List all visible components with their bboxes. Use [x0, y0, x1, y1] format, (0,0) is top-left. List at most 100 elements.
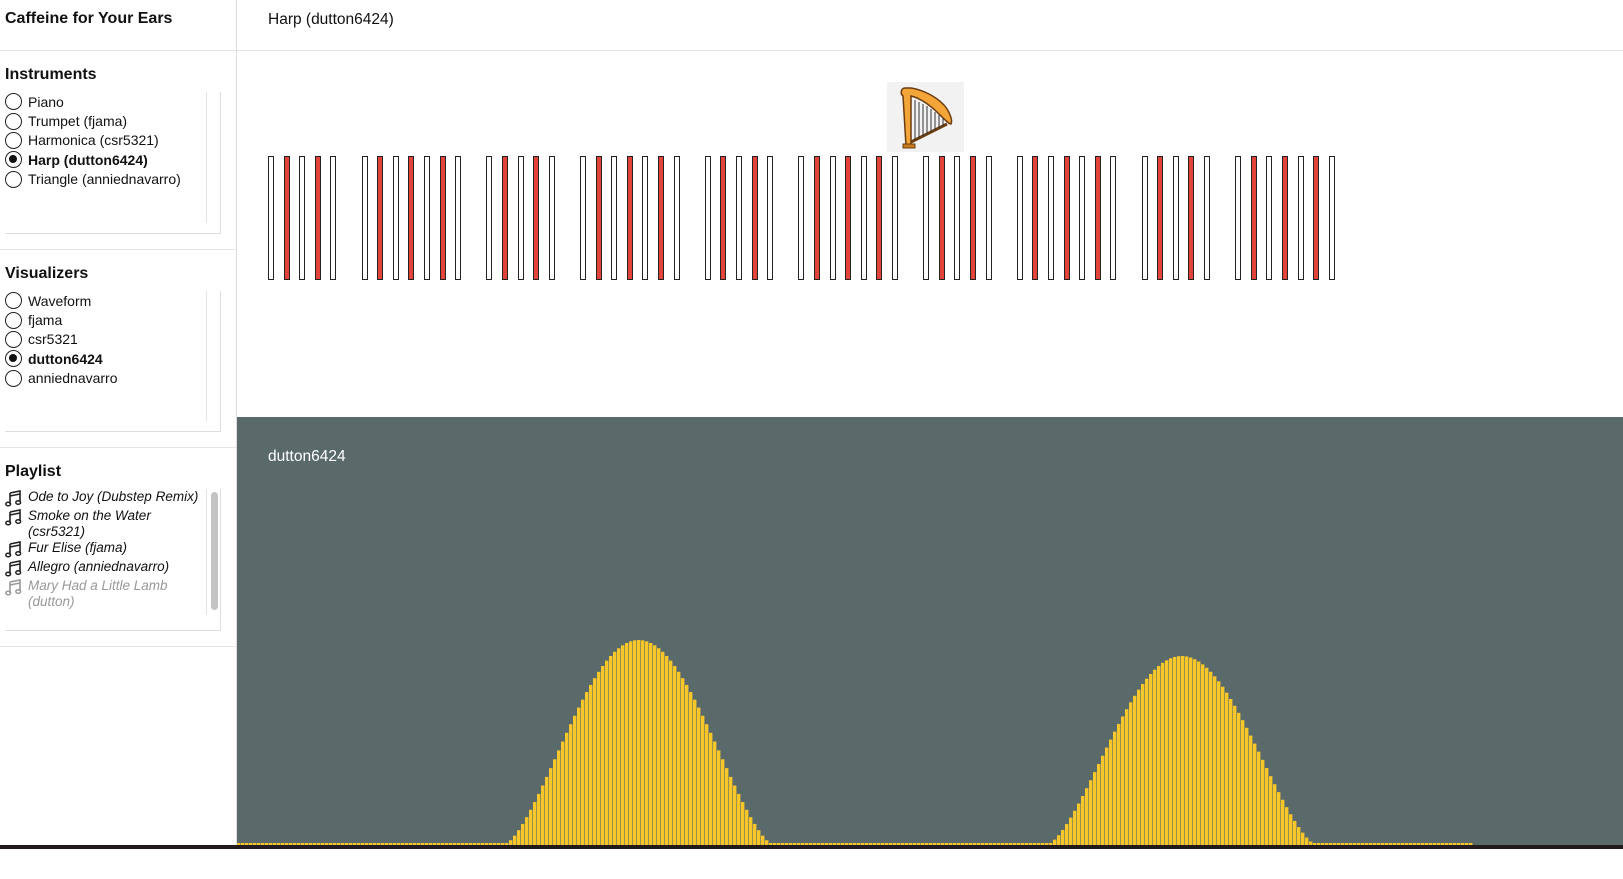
harp-string-white[interactable]	[1235, 156, 1242, 280]
playlist-list[interactable]: Ode to Joy (Dubstep Remix) Smoke on the W…	[5, 489, 221, 631]
harp-string-white[interactable]	[548, 156, 555, 280]
harp-string-white[interactable]	[798, 156, 805, 280]
visualizer-bar	[1181, 656, 1185, 845]
harp-string-white[interactable]	[424, 156, 430, 280]
playlist-item[interactable]: Fur Elise (fjama)	[5, 540, 206, 558]
harp-string-white[interactable]	[1266, 156, 1273, 280]
radio-button[interactable]	[5, 330, 22, 348]
harp-string-red[interactable]	[439, 156, 446, 280]
harp-string-white[interactable]	[1110, 156, 1117, 280]
visualizer-bar	[661, 651, 665, 845]
harp-string-white[interactable]	[299, 156, 306, 280]
harp-string-white[interactable]	[673, 156, 680, 280]
visualizer-bar	[1061, 829, 1065, 845]
harp-string-white[interactable]	[1204, 156, 1210, 280]
instrument-option[interactable]: Harp (dutton6424)	[5, 150, 206, 169]
harp-string-white[interactable]	[1079, 156, 1086, 280]
visualizer-bar	[713, 741, 717, 845]
harp-string-white[interactable]	[642, 156, 649, 280]
harp-string-white[interactable]	[767, 156, 774, 280]
radio-button[interactable]	[5, 350, 22, 368]
harp-string-white[interactable]	[923, 156, 930, 280]
visualizer-bar	[573, 715, 577, 845]
harp-string-white[interactable]	[985, 156, 992, 280]
harp-string-white[interactable]	[704, 156, 711, 280]
radio-button[interactable]	[5, 93, 22, 111]
harp-string-red[interactable]	[1094, 156, 1101, 280]
harp-string-red[interactable]	[970, 156, 976, 280]
visualizer-option[interactable]: csr5321	[5, 330, 206, 349]
playlist-item[interactable]: Ode to Joy (Dubstep Remix)	[5, 489, 206, 507]
harp-string-white[interactable]	[392, 156, 399, 280]
radio-button[interactable]	[5, 131, 22, 149]
playlist-scrollbar[interactable]	[211, 492, 218, 610]
harp-string-red[interactable]	[658, 156, 664, 280]
harp-string-red[interactable]	[626, 156, 633, 280]
harp-string-red[interactable]	[938, 156, 945, 280]
harp-string-red[interactable]	[1313, 156, 1320, 280]
visualizer-bar	[717, 750, 721, 845]
harp-string-red[interactable]	[845, 156, 852, 280]
harp-string-red[interactable]	[1282, 156, 1288, 280]
visualizer-bar	[677, 671, 681, 845]
harp-string-white[interactable]	[1141, 156, 1148, 280]
harp-string-white[interactable]	[1328, 156, 1335, 280]
harp-string-white[interactable]	[1048, 156, 1054, 280]
harp-string-white[interactable]	[954, 156, 961, 280]
radio-button[interactable]	[5, 311, 22, 329]
harp-string-white[interactable]	[486, 156, 493, 280]
radio-button[interactable]	[5, 151, 22, 169]
harp-string-red[interactable]	[408, 156, 415, 280]
visualizer-option[interactable]: anniednavarro	[5, 369, 206, 388]
harp-string-white[interactable]	[1016, 156, 1023, 280]
visualizer-bar	[613, 651, 617, 845]
harp-string-red[interactable]	[751, 156, 758, 280]
harp-string-white[interactable]	[455, 156, 462, 280]
harp-string-white[interactable]	[517, 156, 524, 280]
visualizer-option[interactable]: dutton6424	[5, 349, 206, 368]
harp-string-white[interactable]	[1297, 156, 1304, 280]
instrument-option[interactable]: Harmonica (csr5321)	[5, 131, 206, 150]
harp-string-white[interactable]	[736, 156, 742, 280]
visualizer-bar	[581, 699, 585, 845]
visualizer-option[interactable]: Waveform	[5, 291, 206, 310]
harp-string-white[interactable]	[580, 156, 586, 280]
harp-string-red[interactable]	[502, 156, 508, 280]
harp-string-white[interactable]	[892, 156, 898, 280]
radio-button[interactable]	[5, 112, 22, 130]
harp-string-red[interactable]	[876, 156, 883, 280]
harp-string-white[interactable]	[268, 156, 274, 280]
visualizer-option[interactable]: fjama	[5, 310, 206, 329]
harp-string-red[interactable]	[533, 156, 540, 280]
harp-string-red[interactable]	[1250, 156, 1257, 280]
visualizer-bar	[1093, 772, 1097, 845]
music-note-icon	[5, 509, 22, 526]
harp-string-white[interactable]	[1172, 156, 1179, 280]
harp-string-red[interactable]	[1063, 156, 1070, 280]
playlist-item[interactable]: Allegro (anniednavarro)	[5, 559, 206, 577]
harp-string-red[interactable]	[595, 156, 602, 280]
visualizer-bar	[705, 724, 709, 845]
harp-string-white[interactable]	[611, 156, 618, 280]
radio-button[interactable]	[5, 292, 22, 310]
harp-string-red[interactable]	[283, 156, 290, 280]
playlist-item[interactable]: Mary Had a Little Lamb (dutton)	[5, 578, 206, 609]
harp-string-red[interactable]	[1157, 156, 1164, 280]
music-note-icon	[5, 490, 22, 507]
instrument-option[interactable]: Piano	[5, 92, 206, 111]
instrument-option[interactable]: Trumpet (fjama)	[5, 111, 206, 130]
radio-button[interactable]	[5, 170, 22, 188]
harp-string-red[interactable]	[1188, 156, 1195, 280]
harp-string-red[interactable]	[377, 156, 384, 280]
harp-string-red[interactable]	[314, 156, 321, 280]
harp-string-white[interactable]	[829, 156, 836, 280]
harp-string-white[interactable]	[860, 156, 867, 280]
playlist-item[interactable]: Smoke on the Water (csr5321)	[5, 508, 206, 539]
harp-string-red[interactable]	[814, 156, 820, 280]
harp-string-red[interactable]	[1032, 156, 1039, 280]
harp-string-white[interactable]	[330, 156, 337, 280]
instrument-option[interactable]: Triangle (anniednavarro)	[5, 170, 206, 189]
radio-button[interactable]	[5, 369, 22, 387]
harp-string-red[interactable]	[720, 156, 727, 280]
harp-string-white[interactable]	[361, 156, 368, 280]
